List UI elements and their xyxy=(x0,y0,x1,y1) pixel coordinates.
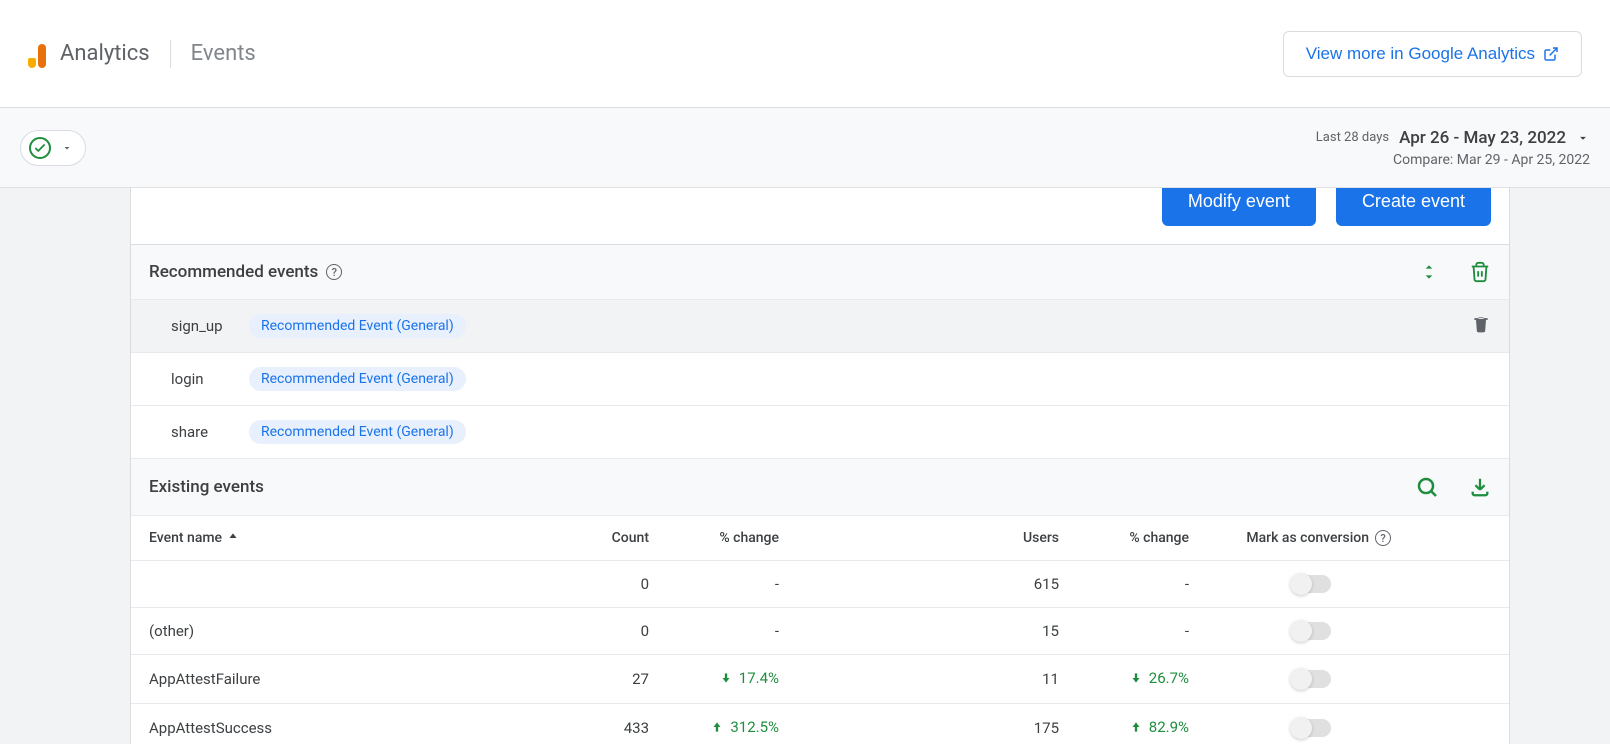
event-name-cell: AppAttestFailure xyxy=(149,670,529,688)
event-name-cell: AppAttestSuccess xyxy=(149,719,529,737)
arrow-down-icon xyxy=(1129,671,1143,685)
arrow-up-icon xyxy=(710,720,724,734)
brand-area: Analytics Events xyxy=(28,40,256,68)
caret-down-icon xyxy=(1576,131,1590,145)
card-actions-row: Modify event Create event xyxy=(131,188,1509,245)
change-users-cell: - xyxy=(1059,575,1189,593)
trash-icon[interactable] xyxy=(1471,314,1491,334)
recommended-event-name: login xyxy=(171,370,231,388)
trash-icon[interactable] xyxy=(1469,261,1491,283)
date-preset-label: Last 28 days xyxy=(1316,130,1389,145)
events-table-body: 0-615-(other)0-15-AppAttestFailure2717.4… xyxy=(131,561,1509,744)
expand-collapse-icon[interactable] xyxy=(1419,262,1439,282)
page-title: Events xyxy=(191,41,256,66)
date-range-value: Apr 26 - May 23, 2022 xyxy=(1399,128,1566,148)
change-users-cell: 26.7% xyxy=(1059,669,1189,689)
arrow-down-icon xyxy=(719,671,733,685)
table-row[interactable]: AppAttestFailure2717.4%1126.7% xyxy=(131,655,1509,704)
users-cell: 11 xyxy=(779,670,1059,688)
users-cell: 15 xyxy=(779,622,1059,640)
col-event-name[interactable]: Event name xyxy=(149,530,529,546)
view-more-label: View more in Google Analytics xyxy=(1306,44,1535,64)
download-icon[interactable] xyxy=(1469,476,1491,498)
count-cell: 433 xyxy=(529,719,649,737)
count-cell: 0 xyxy=(529,575,649,593)
sort-asc-icon xyxy=(226,531,240,545)
view-more-button[interactable]: View more in Google Analytics xyxy=(1283,31,1582,77)
conversion-toggle[interactable] xyxy=(1291,719,1331,737)
divider xyxy=(170,40,171,68)
table-row[interactable]: AppAttestSuccess433312.5%17582.9% xyxy=(131,704,1509,744)
arrow-up-icon xyxy=(1129,720,1143,734)
change-count-cell: 17.4% xyxy=(649,669,779,689)
table-row[interactable]: (other)0-15- xyxy=(131,608,1509,655)
chevron-down-icon xyxy=(61,142,73,154)
existing-title: Existing events xyxy=(149,477,264,497)
conversion-toggle[interactable] xyxy=(1291,575,1331,593)
search-icon[interactable] xyxy=(1415,475,1439,499)
existing-section-header: Existing events xyxy=(131,459,1509,516)
help-icon[interactable]: ? xyxy=(326,264,342,280)
table-row[interactable]: 0-615- xyxy=(131,561,1509,608)
change-users-cell: - xyxy=(1059,622,1189,640)
recommended-event-name: sign_up xyxy=(171,317,231,335)
filter-bar: Last 28 days Apr 26 - May 23, 2022 Compa… xyxy=(0,108,1610,188)
recommended-row-share[interactable]: share Recommended Event (General) xyxy=(131,406,1509,459)
modify-event-button[interactable]: Modify event xyxy=(1162,188,1316,226)
status-chip[interactable] xyxy=(20,130,86,166)
events-table-header: Event name Count % change Users % change… xyxy=(131,516,1509,561)
analytics-logo-icon xyxy=(28,40,46,68)
recommended-badge: Recommended Event (General) xyxy=(249,314,466,338)
col-change-users[interactable]: % change xyxy=(1059,530,1189,546)
recommended-section-header: Recommended events ? xyxy=(131,245,1509,300)
recommended-row-login[interactable]: login Recommended Event (General) xyxy=(131,353,1509,406)
count-cell: 27 xyxy=(529,670,649,688)
users-cell: 175 xyxy=(779,719,1059,737)
check-circle-icon xyxy=(29,137,51,159)
conversion-toggle[interactable] xyxy=(1291,622,1331,640)
events-card: Modify event Create event Recommended ev… xyxy=(130,188,1510,744)
change-users-cell: 82.9% xyxy=(1059,718,1189,738)
help-icon[interactable]: ? xyxy=(1375,530,1391,546)
recommended-badge: Recommended Event (General) xyxy=(249,367,466,391)
brand-text: Analytics xyxy=(60,41,150,66)
create-event-button[interactable]: Create event xyxy=(1336,188,1491,226)
event-name-cell: (other) xyxy=(149,622,529,640)
open-in-new-icon xyxy=(1543,46,1559,62)
change-count-cell: 312.5% xyxy=(649,718,779,738)
col-count[interactable]: Count xyxy=(529,530,649,546)
app-header: Analytics Events View more in Google Ana… xyxy=(0,0,1610,108)
col-users[interactable]: Users xyxy=(779,530,1059,546)
col-mark-conversion: Mark as conversion ? xyxy=(1189,530,1491,546)
date-range-picker[interactable]: Last 28 days Apr 26 - May 23, 2022 Compa… xyxy=(1316,128,1590,168)
recommended-row-sign-up[interactable]: sign_up Recommended Event (General) xyxy=(131,300,1509,353)
change-count-cell: - xyxy=(649,575,779,593)
main-content: Modify event Create event Recommended ev… xyxy=(0,188,1610,744)
recommended-title: Recommended events xyxy=(149,262,318,282)
date-compare-label: Compare: Mar 29 - Apr 25, 2022 xyxy=(1316,152,1590,168)
change-count-cell: - xyxy=(649,622,779,640)
conversion-toggle[interactable] xyxy=(1291,670,1331,688)
users-cell: 615 xyxy=(779,575,1059,593)
recommended-badge: Recommended Event (General) xyxy=(249,420,466,444)
count-cell: 0 xyxy=(529,622,649,640)
recommended-event-name: share xyxy=(171,423,231,441)
col-change-count[interactable]: % change xyxy=(649,530,779,546)
